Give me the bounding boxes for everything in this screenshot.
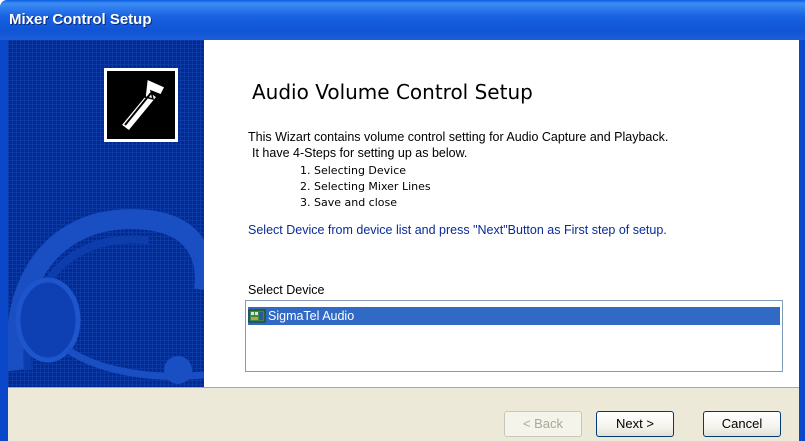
- step-1: 1. Selecting Device: [300, 164, 407, 177]
- instruction-text: Select Device from device list and press…: [248, 223, 667, 237]
- window-title: Mixer Control Setup: [9, 11, 152, 28]
- wizard-sidebar: [8, 40, 204, 387]
- headset-icon: [8, 209, 204, 384]
- pipe-wrench-icon: [104, 68, 178, 142]
- step-3: 3. Save and close: [300, 196, 398, 209]
- next-button[interactable]: Next >: [596, 411, 674, 437]
- device-list-item[interactable]: SigmaTel Audio: [248, 307, 780, 325]
- title-bar[interactable]: Mixer Control Setup: [0, 0, 805, 40]
- wizard-content: Audio Volume Control Setup This Wizart c…: [204, 40, 799, 387]
- audio-device-icon: [248, 309, 266, 323]
- cancel-button[interactable]: Cancel: [703, 411, 781, 437]
- device-name: SigmaTel Audio: [268, 309, 355, 323]
- device-listbox[interactable]: SigmaTel Audio: [245, 300, 783, 372]
- description-line-1: This Wizart contains volume control sett…: [248, 130, 669, 144]
- description-line-2: It have 4-Steps for setting up as below.: [252, 146, 468, 160]
- page-title: Audio Volume Control Setup: [252, 80, 533, 104]
- step-2: 2. Selecting Mixer Lines: [300, 180, 431, 193]
- window-right-border: [799, 40, 805, 441]
- select-device-label: Select Device: [248, 283, 325, 297]
- window-left-border: [0, 40, 8, 441]
- button-bar: < Back Next > Cancel: [8, 388, 799, 441]
- back-button[interactable]: < Back: [504, 411, 582, 437]
